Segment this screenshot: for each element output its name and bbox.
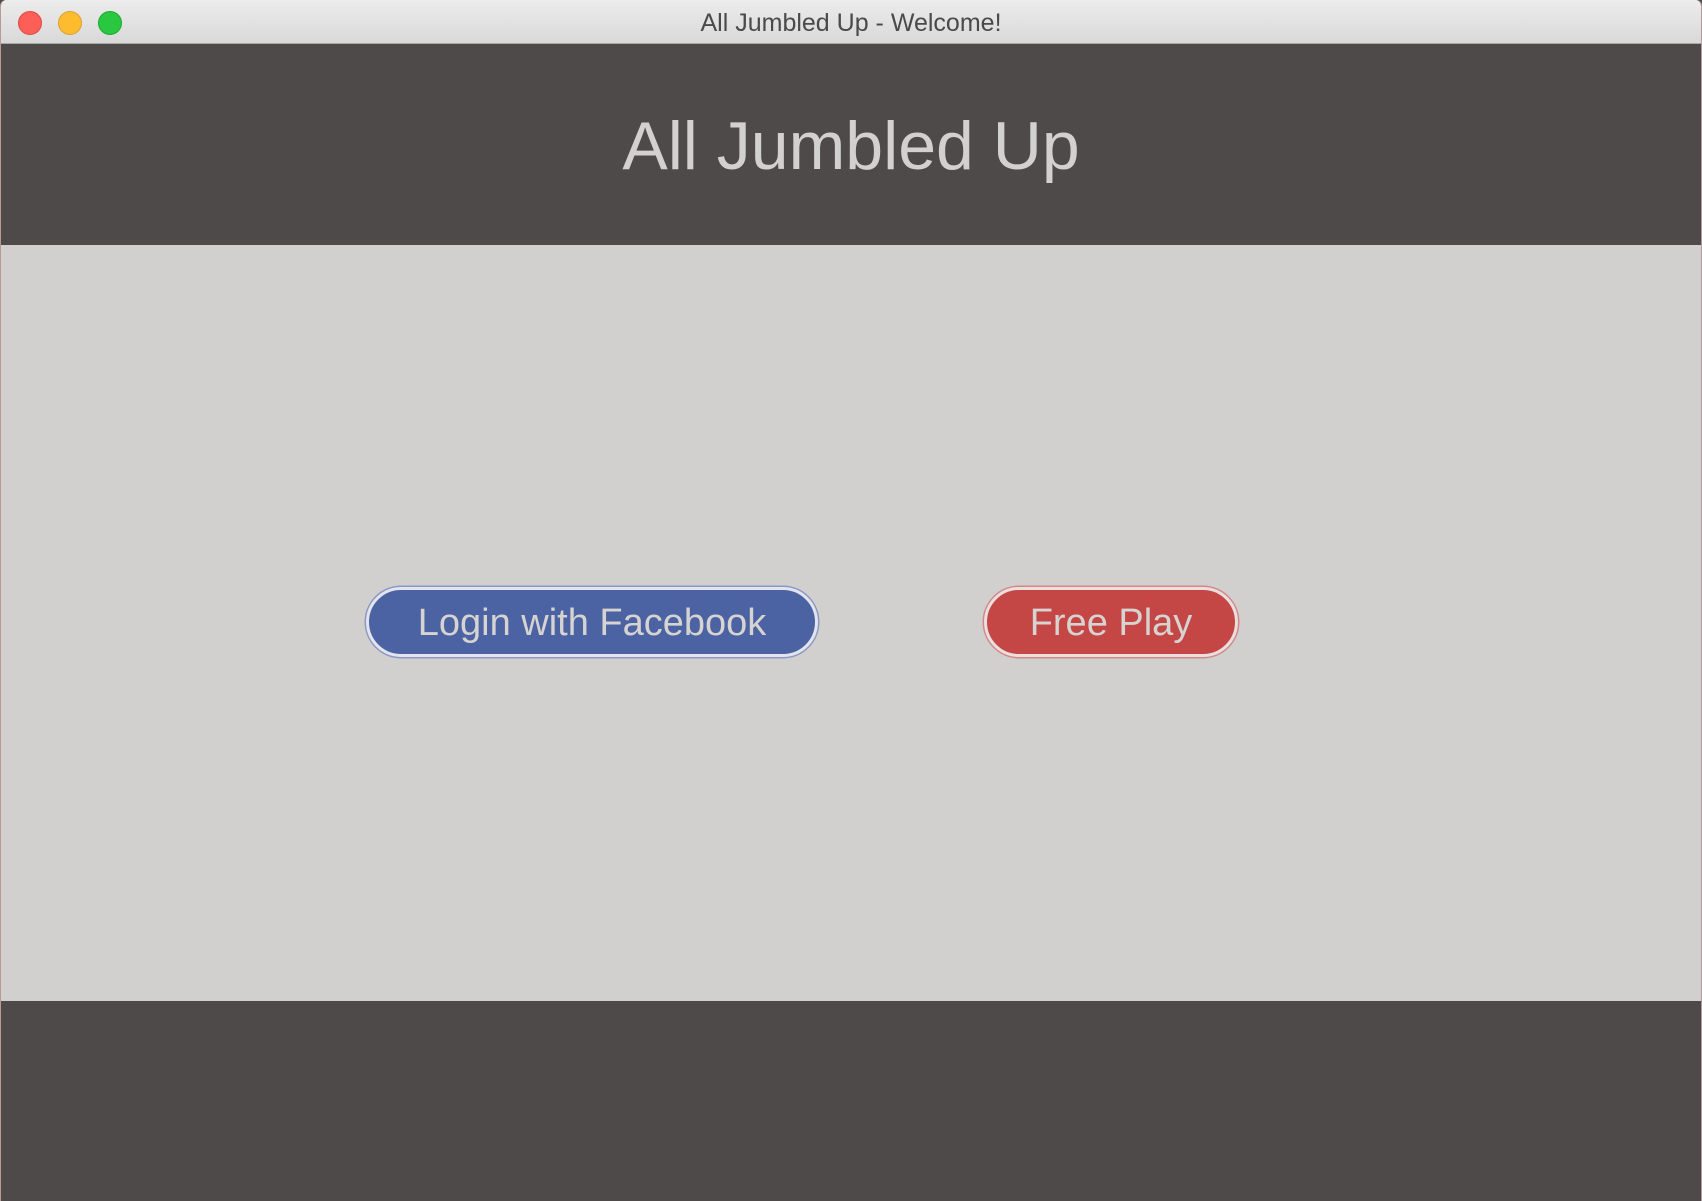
welcome-panel: Login with Facebook Free Play [1, 245, 1701, 1001]
page-title: All Jumbled Up [622, 108, 1080, 184]
app-header: All Jumbled Up [1, 44, 1701, 245]
free-play-button[interactable]: Free Play [984, 587, 1238, 657]
app-footer [1, 1001, 1701, 1201]
title-bar[interactable]: All Jumbled Up - Welcome! [1, 0, 1701, 44]
login-with-facebook-button[interactable]: Login with Facebook [366, 587, 818, 657]
window-title: All Jumbled Up - Welcome! [700, 9, 1002, 37]
app-window: All Jumbled Up - Welcome! All Jumbled Up… [0, 0, 1702, 1201]
